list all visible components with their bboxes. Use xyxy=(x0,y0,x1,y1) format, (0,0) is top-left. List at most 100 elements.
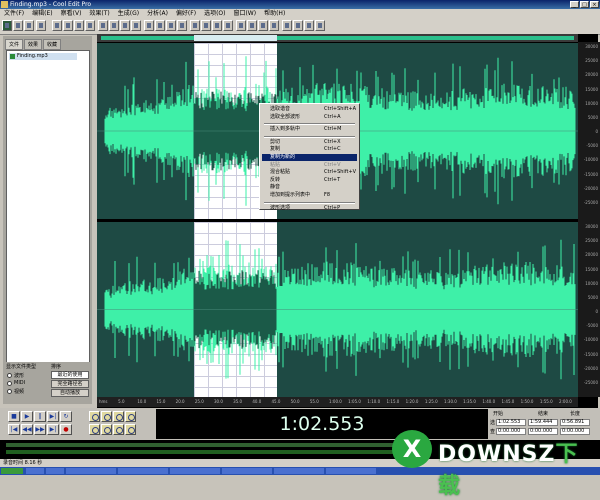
tab-effects[interactable]: 效果 xyxy=(24,39,43,50)
context-menu-item[interactable]: 剪切 Ctrl+X xyxy=(262,139,357,146)
task-item[interactable] xyxy=(66,468,116,474)
record-button[interactable]: ● xyxy=(60,424,72,435)
menu-options[interactable]: 选项(O) xyxy=(200,9,229,18)
toolbar-button[interactable] xyxy=(293,20,303,31)
view-length-field[interactable]: 0:00.000 xyxy=(560,428,590,435)
right-channel[interactable] xyxy=(97,222,578,397)
task-item[interactable] xyxy=(170,468,220,474)
fast-forward-button[interactable]: ▶▶ xyxy=(34,424,46,435)
tab-favorites[interactable]: 收藏 xyxy=(43,39,62,50)
toolbar-button[interactable] xyxy=(223,20,233,31)
toolbar-button[interactable] xyxy=(212,20,222,31)
context-menu-item[interactable]: 复制 Ctrl+C xyxy=(262,146,357,153)
task-item[interactable] xyxy=(326,468,376,474)
overview-selection[interactable] xyxy=(194,35,277,41)
menu-generate[interactable]: 生成(G) xyxy=(114,9,143,18)
radio-midi[interactable] xyxy=(7,381,12,386)
radio-video[interactable] xyxy=(7,389,12,394)
sel-start-field[interactable]: 1:02.553 xyxy=(496,419,526,426)
stop-button[interactable]: ■ xyxy=(8,411,20,422)
toolbar-button[interactable] xyxy=(98,20,108,31)
list-item[interactable]: Finding.mp3 xyxy=(9,53,77,60)
maximize-button[interactable]: □ xyxy=(580,1,589,8)
start-button[interactable] xyxy=(1,468,23,474)
loop-button[interactable]: ↻ xyxy=(60,411,72,422)
toolbar-button[interactable] xyxy=(36,20,46,31)
sel-length-field[interactable]: 0:56.891 xyxy=(560,419,590,426)
toolbar-button[interactable] xyxy=(74,20,84,31)
rewind-button[interactable]: ◀◀ xyxy=(21,424,33,435)
sel-end-field[interactable]: 1:59.444 xyxy=(528,419,558,426)
toolbar-button[interactable] xyxy=(201,20,211,31)
zoom-out-vertical-icon[interactable] xyxy=(125,424,136,435)
toolbar-button[interactable] xyxy=(282,20,292,31)
context-menu-item[interactable]: 选取全部波形 Ctrl+A xyxy=(262,114,357,121)
toolbar-button[interactable] xyxy=(2,20,12,31)
toolbar-button[interactable] xyxy=(63,20,73,31)
toolbar-button[interactable] xyxy=(13,20,23,31)
zoom-out-icon[interactable] xyxy=(101,411,112,422)
toolbar-button[interactable] xyxy=(190,20,200,31)
sort-select[interactable]: 最近的使用 xyxy=(51,371,89,379)
context-menu-item[interactable]: 复制为新的 xyxy=(262,154,357,161)
full-path-button[interactable]: 完全路径名 xyxy=(51,380,89,388)
toolbar-button[interactable] xyxy=(109,20,119,31)
zoom-full-icon[interactable] xyxy=(113,411,124,422)
context-menu-item[interactable]: 插入到多轨中 Ctrl+M xyxy=(262,126,357,133)
toolbar-button[interactable] xyxy=(236,20,246,31)
context-menu-item[interactable]: 反转 Ctrl+T xyxy=(262,177,357,184)
minimize-button[interactable]: _ xyxy=(570,1,579,8)
menu-view[interactable]: 察看(V) xyxy=(57,9,86,18)
zoom-selection-icon[interactable] xyxy=(125,411,136,422)
toolbar-button[interactable] xyxy=(144,20,154,31)
menu-help[interactable]: 帮助(H) xyxy=(260,9,289,18)
pause-button[interactable]: ‖ xyxy=(34,411,46,422)
toolbar-button[interactable] xyxy=(120,20,130,31)
toolbar-button[interactable] xyxy=(177,20,187,31)
play-button[interactable]: ▶ xyxy=(21,411,33,422)
task-item[interactable] xyxy=(222,468,272,474)
file-list[interactable]: Finding.mp3 xyxy=(6,50,90,394)
zoom-in-icon[interactable] xyxy=(89,411,100,422)
menu-window[interactable]: 窗口(W) xyxy=(229,9,260,18)
task-item[interactable] xyxy=(46,468,64,474)
toolbar-button[interactable] xyxy=(52,20,62,31)
toolbar-button[interactable] xyxy=(85,20,95,31)
close-button[interactable]: × xyxy=(590,1,599,8)
toolbar-button[interactable] xyxy=(315,20,325,31)
menu-analyze[interactable]: 分析(A) xyxy=(143,9,172,18)
context-menu-item[interactable]: 波形选项 Ctrl+P xyxy=(262,205,357,212)
tab-files[interactable]: 文件 xyxy=(5,39,24,50)
view-start-field[interactable]: 0:00.000 xyxy=(496,428,526,435)
context-menu-item[interactable]: 选取谐音 Ctrl+Shift+A xyxy=(262,106,357,113)
play-to-end-button[interactable]: ▶| xyxy=(47,411,59,422)
toolbar-button[interactable] xyxy=(155,20,165,31)
toolbar-button[interactable] xyxy=(258,20,268,31)
toolbar-button[interactable] xyxy=(269,20,279,31)
menu-favorites[interactable]: 偏好(F) xyxy=(172,9,200,18)
go-to-end-button[interactable]: ▶| xyxy=(47,424,59,435)
radio-wave[interactable] xyxy=(7,373,12,378)
zoom-right-icon[interactable] xyxy=(101,424,112,435)
context-menu-item[interactable]: 混合粘贴 Ctrl+Shift+V xyxy=(262,169,357,176)
menu-file[interactable]: 文件(F) xyxy=(0,9,28,18)
toolbar-button[interactable] xyxy=(247,20,257,31)
menu-effects[interactable]: 效果(T) xyxy=(85,9,113,18)
context-menu-item[interactable]: 增加到提示列表中 F8 xyxy=(262,192,357,199)
task-item[interactable] xyxy=(274,468,324,474)
zoom-in-vertical-icon[interactable] xyxy=(113,424,124,435)
context-menu-item[interactable]: 静音 xyxy=(262,184,357,191)
context-menu-item[interactable]: 粘贴 Ctrl+V xyxy=(262,162,357,169)
toolbar-button[interactable] xyxy=(24,20,34,31)
task-item[interactable] xyxy=(118,468,168,474)
zoom-left-icon[interactable] xyxy=(89,424,100,435)
go-to-start-button[interactable]: |◀ xyxy=(8,424,20,435)
menu-edit[interactable]: 编辑(E) xyxy=(28,9,56,18)
task-item[interactable] xyxy=(26,468,44,474)
view-end-field[interactable]: 0:00.000 xyxy=(528,428,558,435)
toolbar-button[interactable] xyxy=(166,20,176,31)
toolbar-button[interactable] xyxy=(131,20,141,31)
auto-play-button[interactable]: 自动播放 xyxy=(51,389,89,397)
toolbar-button[interactable] xyxy=(304,20,314,31)
overview-bar[interactable] xyxy=(97,34,578,42)
